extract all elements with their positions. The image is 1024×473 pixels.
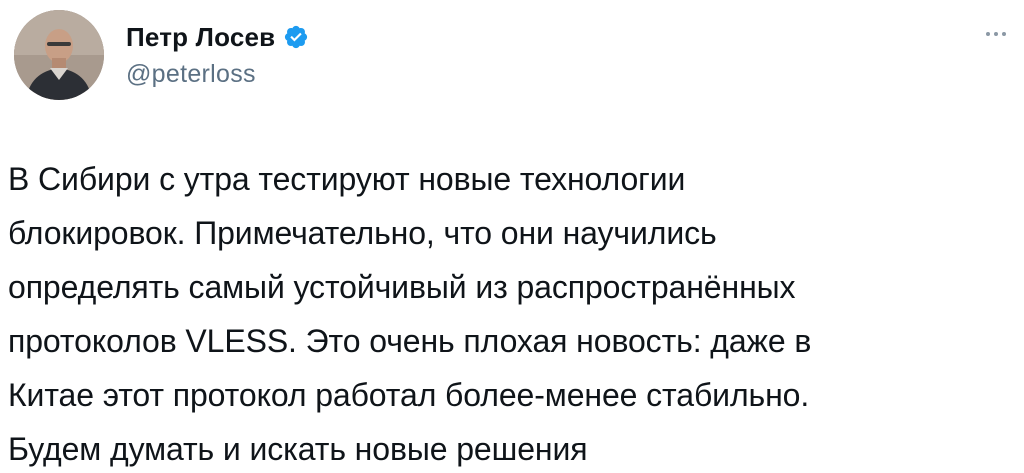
tweet-text-line: В Сибири с утра тестируют новые технолог… <box>8 161 686 197</box>
more-dot <box>994 32 998 36</box>
tweet-text-line: Будем думать и искать новые решения <box>8 431 588 467</box>
tweet-card: Петр Лосев @peterloss В Сибири с утра те… <box>0 0 1024 473</box>
tweet-text-line: определять самый устойчивый из распростр… <box>8 269 796 305</box>
tweet-text-line: протоколов VLESS. Это очень плохая новос… <box>8 323 812 359</box>
author-names: Петр Лосев @peterloss <box>126 18 309 89</box>
more-dot <box>986 32 990 36</box>
tweet-text-line: блокировок. Примечательно, что они научи… <box>8 215 717 251</box>
tweet-header: Петр Лосев @peterloss <box>14 10 1014 102</box>
more-horizontal-icon[interactable] <box>978 24 1014 44</box>
avatar[interactable] <box>14 10 104 100</box>
author-handle[interactable]: @peterloss <box>126 60 309 89</box>
author-display-name[interactable]: Петр Лосев <box>126 22 275 53</box>
tweet-text-line: Китае этот протокол работал более-менее … <box>8 377 810 413</box>
tweet-text: В Сибири с утра тестируют новые технолог… <box>8 152 1018 473</box>
more-dot <box>1002 32 1006 36</box>
name-row: Петр Лосев <box>126 18 309 56</box>
verified-badge-icon <box>283 24 309 50</box>
